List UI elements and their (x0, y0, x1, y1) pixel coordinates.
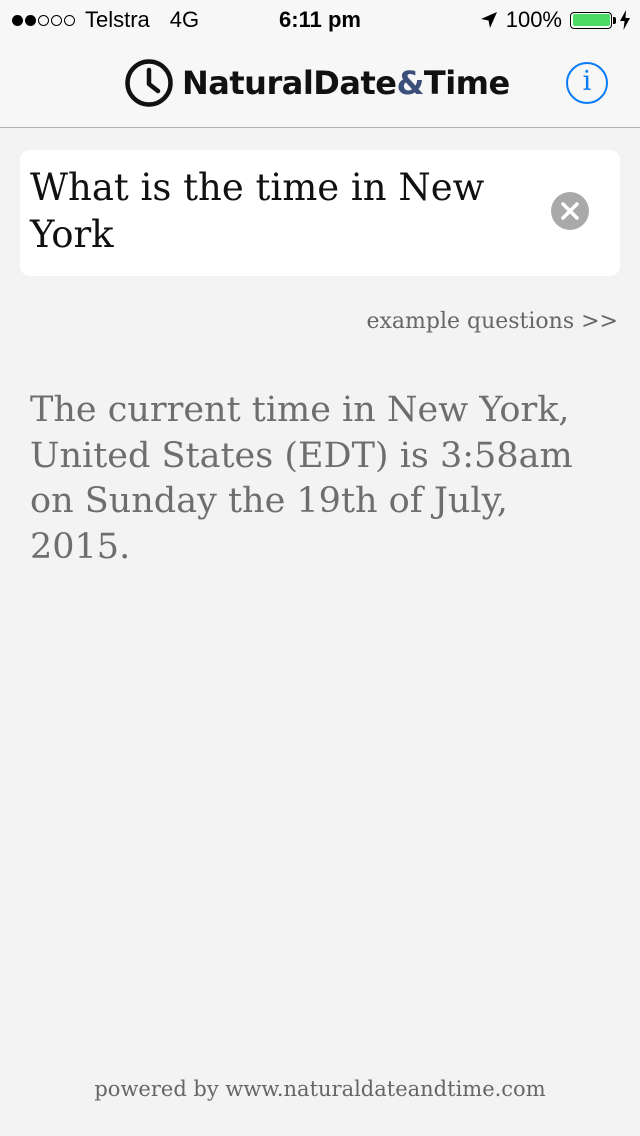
app-logo: NaturalDate&Time (124, 58, 510, 108)
query-input-value[interactable]: What is the time in New York (30, 164, 530, 258)
location-arrow-icon (480, 12, 497, 28)
query-input[interactable]: What is the time in New York (20, 150, 620, 276)
answer-text: The current time in New York, United Sta… (30, 390, 573, 567)
close-icon (561, 202, 579, 220)
battery-fill (572, 14, 610, 26)
app-title-ampersand: & (396, 64, 424, 102)
footer-credit[interactable]: powered by www.naturaldateandtime.com (0, 1077, 640, 1101)
example-questions-link[interactable]: example questions >> (366, 309, 618, 334)
info-button[interactable]: i (566, 62, 608, 104)
clear-button[interactable] (551, 192, 589, 230)
info-icon: i (582, 66, 592, 97)
battery-tip (613, 16, 616, 24)
app-title-part2: Time (423, 64, 510, 102)
nav-bar: NaturalDate&Time i (0, 40, 640, 128)
app-title-part1: NaturalDate (182, 64, 397, 102)
battery-percent: 100% (505, 7, 562, 32)
battery-icon (570, 11, 616, 29)
status-bar: Telstra 4G 6:11 pm 100% (0, 0, 640, 40)
clock-icon (125, 59, 173, 107)
charging-bolt-icon (620, 10, 630, 30)
app-title: NaturalDate&Time (182, 64, 510, 102)
status-right: 100% (480, 7, 630, 33)
